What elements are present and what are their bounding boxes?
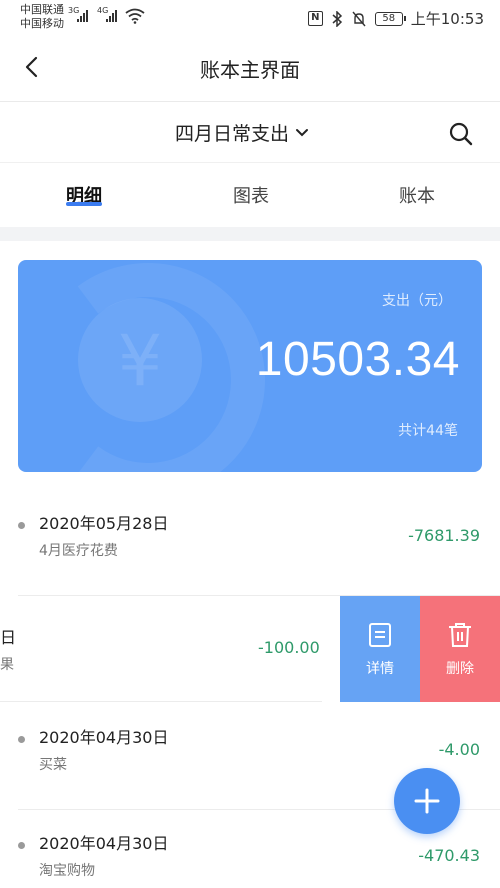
record-note: 4月医疗花费 [39,543,118,559]
book-dropdown[interactable]: 四月日常支出 [175,119,309,146]
signal-1-icon [77,10,88,22]
page-title: 账本主界面 [200,58,300,82]
record-date: 2020年05月28日 [39,514,169,533]
expense-summary-card: ¥ 支出（元） 10503.34 共计44笔 [18,260,482,472]
search-icon[interactable] [448,121,474,147]
wifi-icon [125,8,145,24]
timeline-dot [18,522,25,529]
book-name: 四月日常支出 [175,123,290,145]
signal-2-icon [106,10,117,22]
record-date: 2020年04月30日 [39,728,169,747]
record-amount: -470.43 [418,846,480,865]
timeline-dot [18,842,25,849]
record-date: 2020年04月30日 [39,834,169,853]
delete-label: 删除 [446,661,474,677]
record-amount: -7681.39 [408,526,480,545]
row-divider [0,701,322,702]
trash-icon [449,623,471,647]
record-note: 淘宝购物 [39,863,95,879]
record-note: 果 [0,657,14,673]
carrier-2: 中国移动 [20,17,64,30]
tab-bar: 明细 图表 账本 [0,164,500,226]
chevron-down-icon [296,128,309,136]
tab-charts[interactable]: 图表 [233,182,269,208]
delete-button[interactable]: 删除 [420,596,500,702]
document-icon [369,623,391,647]
nfc-icon: N [307,11,323,26]
record-date: 日 [0,628,17,647]
details-label: 详情 [366,661,394,677]
carrier-1: 中国联通 [20,3,64,16]
tab-books[interactable]: 账本 [399,182,435,208]
svg-text:¥: ¥ [118,320,163,402]
title-bar: 账本主界面 [0,36,500,102]
section-separator [0,227,500,241]
yuan-watermark-icon: ¥ [77,263,265,472]
summary-label: 支出（元） [382,293,452,309]
active-tab-indicator [66,202,102,206]
summary-amount: 10503.34 [255,333,460,386]
record-row[interactable]: 2020年05月28日 4月医疗花费 -7681.39 [0,490,500,596]
summary-count: 共计44笔 [398,423,458,439]
record-amount: -100.00 [258,638,320,657]
record-amount: -4.00 [438,740,480,759]
plus-icon [414,788,440,814]
timeline-dot [18,736,25,743]
book-selector-bar: 四月日常支出 [0,103,500,163]
status-bar: 中国联通 中国移动 3G 4G N 58 上午10:53 [0,0,500,36]
details-button[interactable]: 详情 [340,596,420,702]
bluetooth-icon [332,10,342,27]
record-note: 买菜 [39,757,67,773]
add-record-button[interactable] [394,768,460,834]
mute-bell-icon [352,11,366,26]
carrier-info: 中国联通 中国移动 [20,3,64,31]
record-row-swiped[interactable]: 日 果 -100.00 详情 删除 [0,596,500,702]
clock: 上午10:53 [410,10,484,28]
battery-icon: 58 [374,11,406,26]
